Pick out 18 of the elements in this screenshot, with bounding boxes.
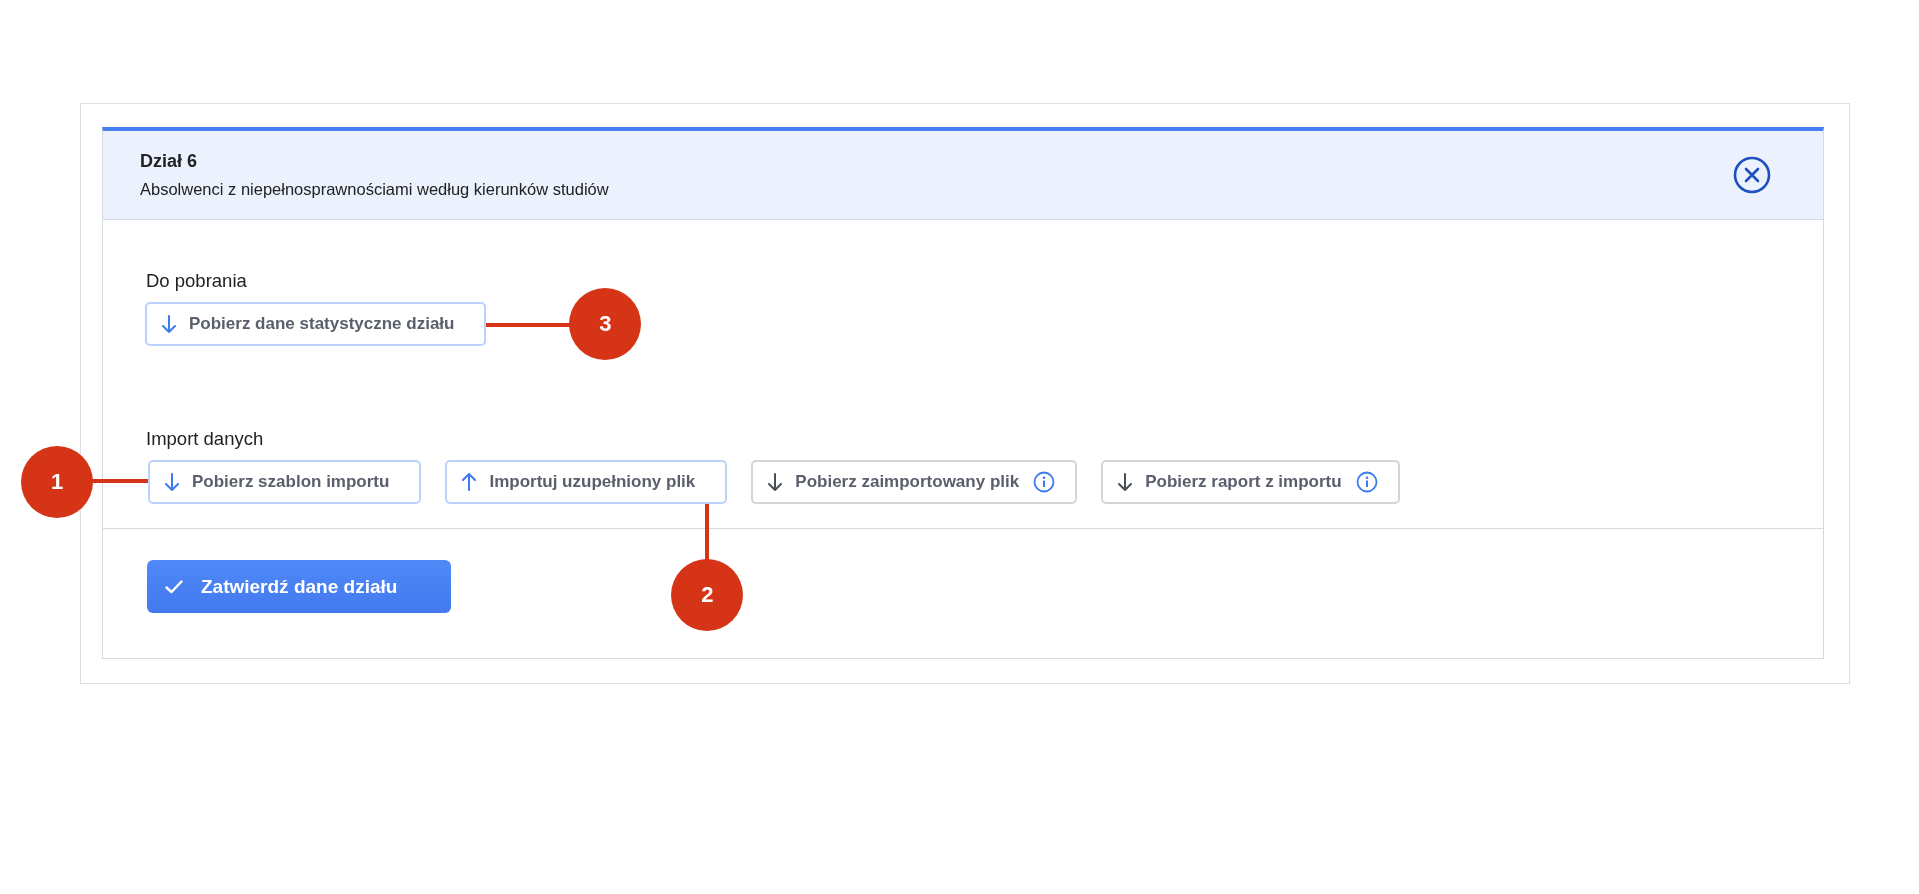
import-button[interactable]: Importuj uzupełniony plik bbox=[445, 460, 728, 504]
section-heading: Do pobrania bbox=[146, 270, 248, 292]
arrow-down-icon bbox=[767, 472, 784, 492]
checkmark-icon bbox=[165, 579, 183, 594]
arrow-down-icon bbox=[164, 472, 180, 492]
submit-button[interactable]: Zatwierdź dane działu bbox=[147, 560, 451, 613]
arrow-down-icon bbox=[161, 314, 177, 334]
close-button[interactable] bbox=[1733, 156, 1771, 194]
panel-title: Dział 6 bbox=[140, 151, 199, 172]
arrow-down-icon bbox=[1117, 472, 1134, 492]
callout-number: 3 bbox=[569, 288, 642, 360]
download-button[interactable]: Pobierz szablon importu bbox=[148, 460, 422, 504]
callout-number: 2 bbox=[671, 559, 744, 631]
download-button[interactable]: Pobierz dane statystyczne działu bbox=[145, 302, 487, 346]
arrow-up-icon bbox=[461, 472, 478, 492]
panel-subtitle: Absolwenci z niepełnosprawnościami według kierunków studiów bbox=[140, 180, 609, 199]
callout-number: 1 bbox=[21, 446, 93, 518]
section-heading: Import danych bbox=[146, 428, 265, 450]
